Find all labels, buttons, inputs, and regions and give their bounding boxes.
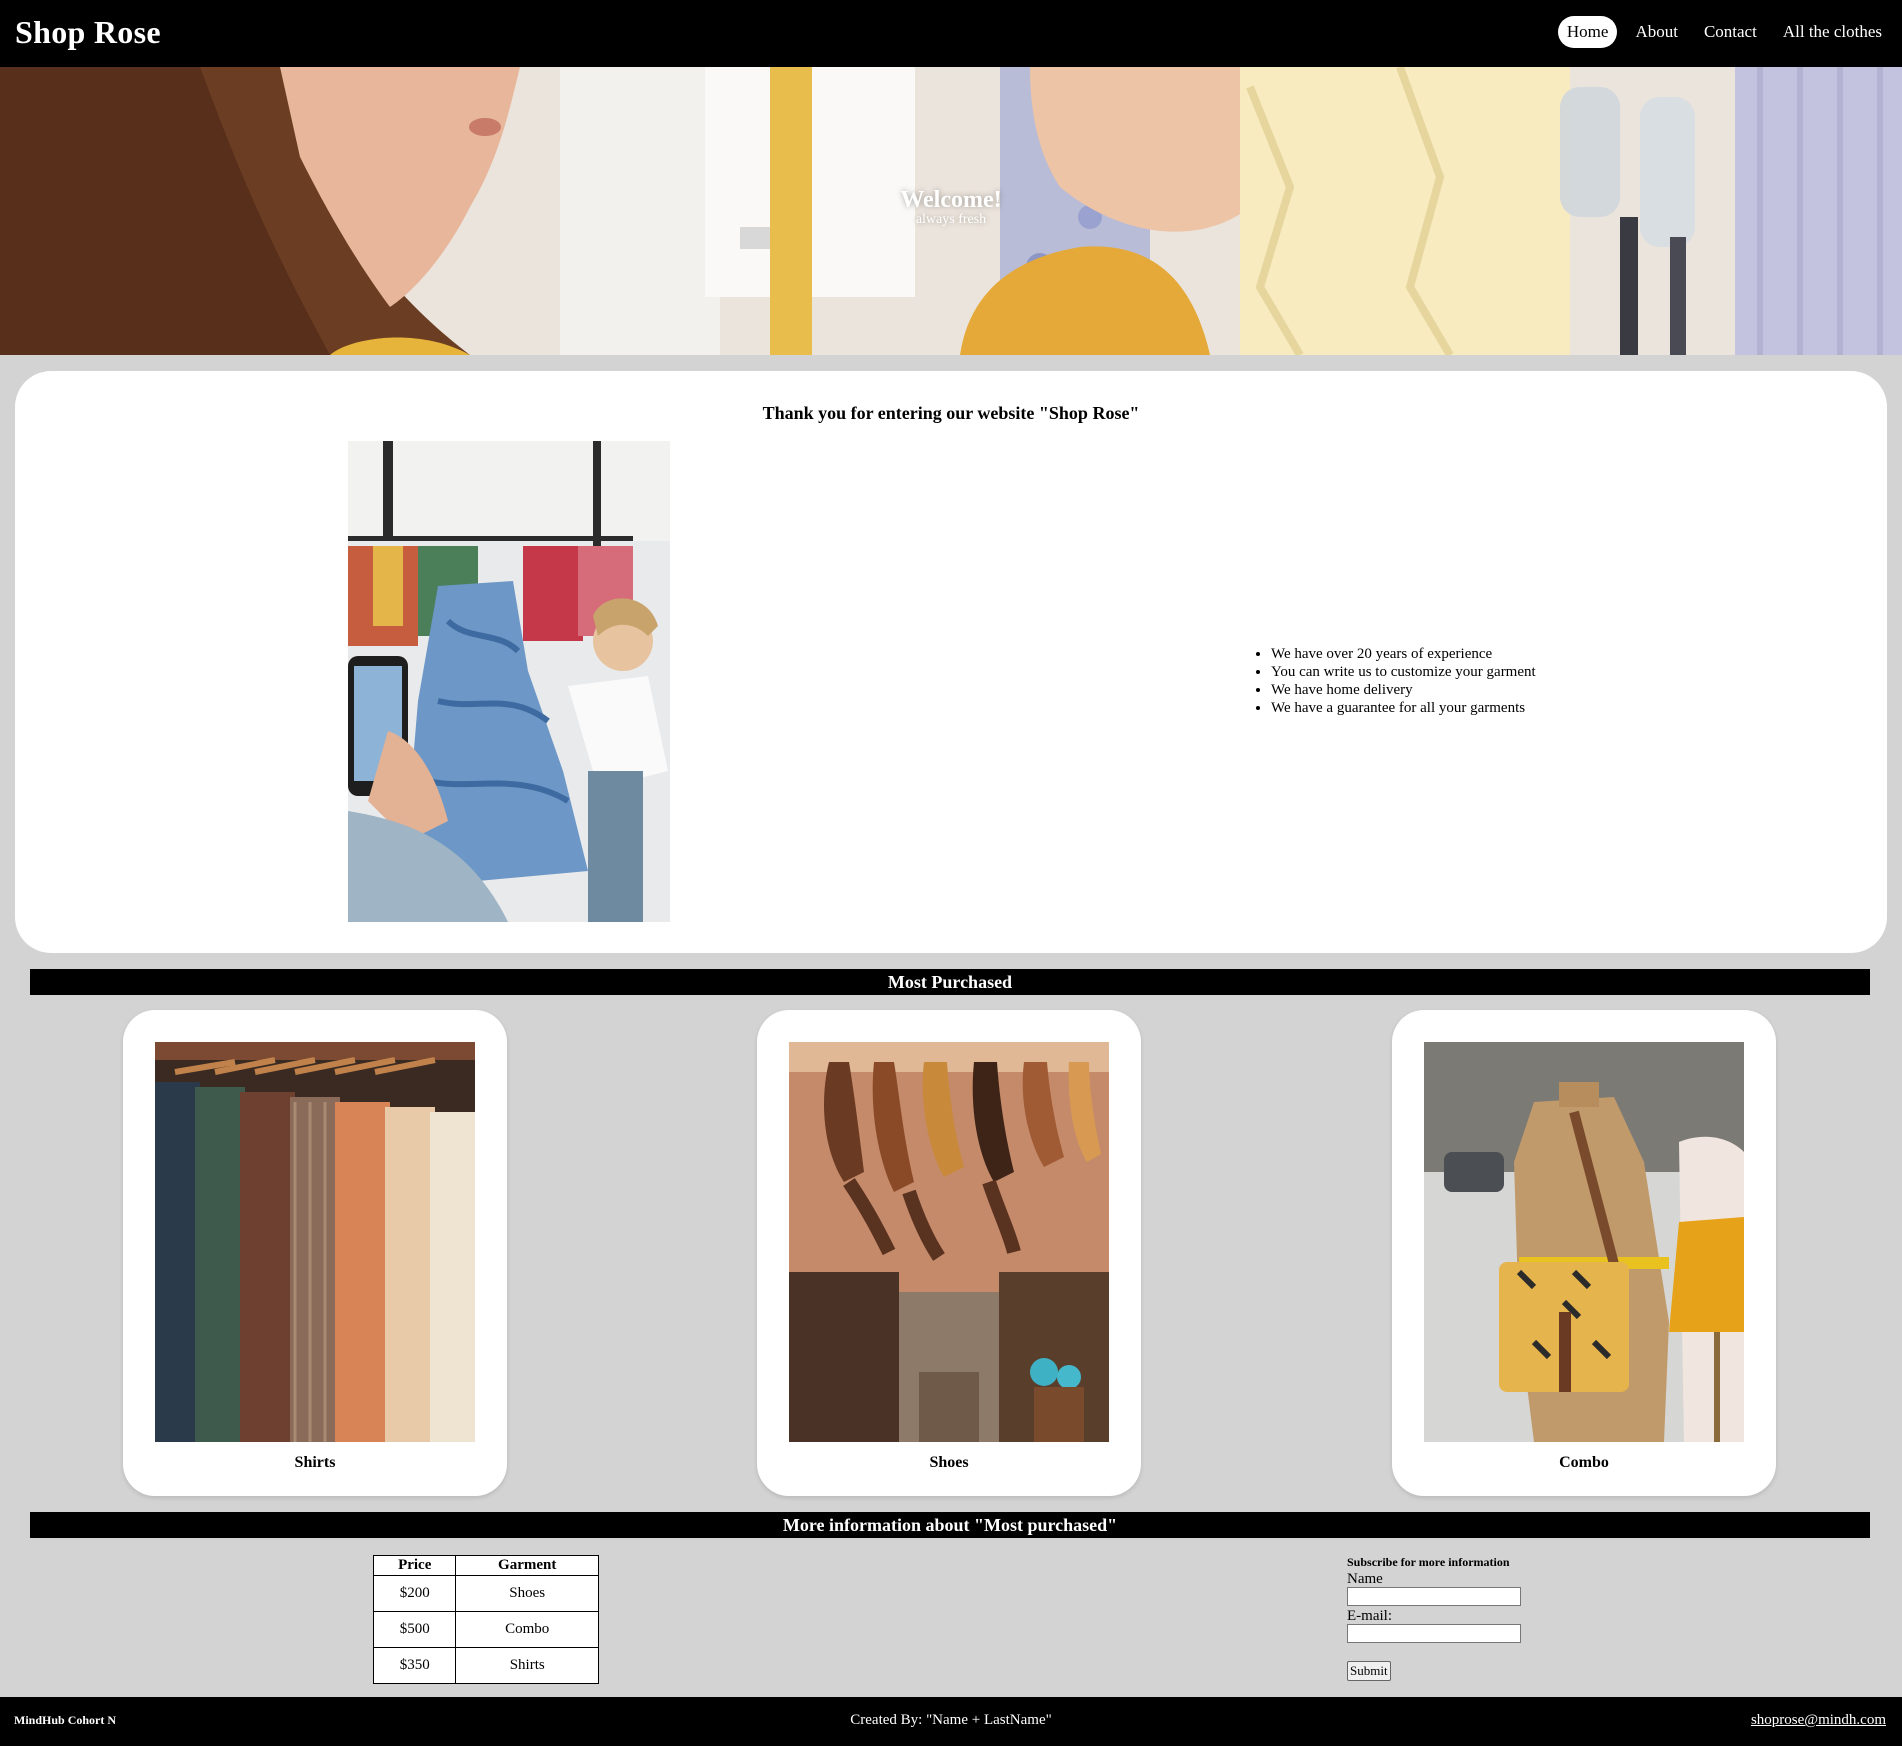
column-header-price: Price — [372, 1555, 457, 1576]
email-input[interactable] — [1347, 1624, 1521, 1643]
nav-contact[interactable]: Contact — [1696, 16, 1765, 48]
feature-item: You can write us to customize your garme… — [1271, 663, 1536, 681]
price-cell: $200 — [372, 1575, 457, 1612]
combo-photo — [1424, 1042, 1744, 1442]
main-nav: Home About Contact All the clothes — [1557, 16, 1890, 48]
garment-cell: Combo — [455, 1611, 599, 1648]
shoes-image — [789, 1042, 1109, 1442]
combo-image — [1424, 1042, 1744, 1442]
price-cell: $350 — [372, 1647, 457, 1684]
name-label: Name — [1347, 1571, 1383, 1587]
intro-photo — [348, 441, 670, 922]
nav-home[interactable]: Home — [1557, 16, 1618, 48]
product-card-shirts[interactable]: Shirts — [123, 1010, 507, 1496]
hero-banner: Welcome! always fresh — [0, 67, 1902, 355]
more-info-heading: More information about "Most purchased" — [30, 1512, 1870, 1538]
feature-item: We have a guarantee for all your garment… — [1271, 699, 1536, 717]
email-label: E-mail: — [1347, 1608, 1392, 1624]
column-header-garment: Garment — [455, 1555, 599, 1576]
hero-subtitle: always fresh — [915, 212, 987, 227]
submit-button[interactable]: Submit — [1347, 1661, 1391, 1681]
table-header-row: Price Garment — [372, 1555, 599, 1576]
shoes-photo — [789, 1042, 1109, 1442]
table-row: $350 Shirts — [372, 1647, 599, 1684]
subscribe-form: Subscribe for more information Name E-ma… — [1347, 1555, 1521, 1681]
intro-card: Thank you for entering our website "Shop… — [15, 371, 1887, 953]
hero-title: Welcome! — [900, 187, 1002, 213]
feature-item: We have home delivery — [1271, 681, 1536, 699]
footer-email-link[interactable]: shoprose@mindh.com — [1751, 1712, 1886, 1729]
name-input[interactable] — [1347, 1587, 1521, 1606]
garment-cell: Shoes — [455, 1575, 599, 1612]
product-card-shoes[interactable]: Shoes — [757, 1010, 1141, 1496]
site-header: Shop Rose Home About Contact All the clo… — [0, 0, 1902, 67]
feature-item: We have over 20 years of experience — [1271, 645, 1536, 663]
product-caption: Combo — [1559, 1454, 1609, 1471]
most-purchased-heading: Most Purchased — [30, 969, 1870, 995]
price-cell: $500 — [372, 1611, 457, 1648]
product-caption: Shoes — [929, 1454, 969, 1471]
nav-about[interactable]: About — [1627, 16, 1686, 48]
footer-cohort: MindHub Cohort N — [14, 1713, 117, 1727]
site-brand[interactable]: Shop Rose — [15, 14, 161, 51]
price-table: Price Garment $200 Shoes $500 Combo $350… — [372, 1555, 599, 1684]
features-list: We have over 20 years of experience You … — [1271, 645, 1536, 717]
footer-credits: Created By: "Name + LastName" — [850, 1712, 1052, 1728]
shirts-image — [155, 1042, 475, 1442]
intro-title: Thank you for entering our website "Shop… — [762, 403, 1140, 423]
shirts-photo — [155, 1042, 475, 1442]
site-footer: MindHub Cohort N Created By: "Name + Las… — [0, 1697, 1902, 1746]
table-row: $200 Shoes — [372, 1575, 599, 1612]
nav-all-clothes[interactable]: All the clothes — [1775, 16, 1890, 48]
product-caption: Shirts — [294, 1454, 336, 1471]
product-card-combo[interactable]: Combo — [1392, 1010, 1776, 1496]
table-row: $500 Combo — [372, 1611, 599, 1648]
boutique-dress-image — [348, 441, 670, 922]
hero-text: Welcome! always fresh — [0, 187, 1902, 228]
subscribe-legend: Subscribe for more information — [1347, 1555, 1510, 1569]
garment-cell: Shirts — [455, 1647, 599, 1684]
